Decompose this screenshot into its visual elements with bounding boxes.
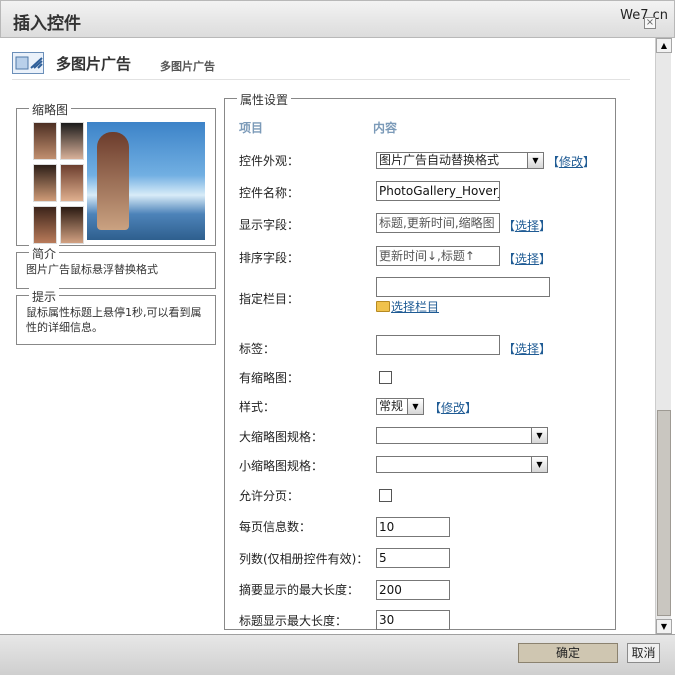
field-row-appearance: 控件外观： 图片广告自动替换格式 ▼ 【修改】 [225, 147, 617, 171]
vertical-scrollbar[interactable]: ▲ ▼ [655, 38, 672, 634]
control-header: 多图片广告 多图片广告 [12, 50, 630, 80]
allow-paging-checkbox[interactable] [379, 489, 392, 502]
field-row-has-thumbnail: 有缩略图： [225, 364, 617, 388]
field-label: 显示字段： [239, 218, 300, 232]
field-label: 排序字段： [239, 251, 300, 265]
control-icon [12, 52, 44, 74]
columns-input[interactable]: 5 [376, 548, 450, 568]
thumbnail-fieldset: 缩略图 [16, 101, 216, 246]
edit-appearance-link[interactable]: 【修改】 [547, 153, 595, 170]
field-row-per-page: 每页信息数： 10 [225, 513, 617, 537]
field-label: 列数(仅相册控件有效)： [239, 552, 369, 566]
per-page-input[interactable]: 10 [376, 517, 450, 537]
small-thumb-select[interactable]: ▼ [376, 456, 548, 473]
thumb-image [33, 206, 57, 244]
select-column-link[interactable]: 选择栏目 [391, 298, 439, 315]
field-row-style: 样式： 常规 ▼ 【修改】 [225, 393, 617, 417]
field-label: 控件名称： [239, 186, 300, 200]
chevron-down-icon: ▼ [527, 153, 543, 168]
properties-fieldset: 属性设置 项目 内容 控件外观： 图片广告自动替换格式 ▼ 【修改】 控件名称：… [224, 91, 617, 631]
column-item-header: 项目 [239, 121, 264, 135]
has-thumbnail-checkbox[interactable] [379, 371, 392, 384]
appearance-select-value: 图片广告自动替换格式 [379, 153, 500, 167]
field-label: 允许分页： [239, 489, 300, 503]
tip-fieldset: 提示 鼠标属性标题上悬停1秒,可以看到属性的详细信息。 [16, 288, 216, 345]
field-row-summary-length: 摘要显示的最大长度： 200 [225, 576, 617, 600]
appearance-select[interactable]: 图片广告自动替换格式 ▼ [376, 152, 544, 169]
large-thumb-select[interactable]: ▼ [376, 427, 548, 444]
field-label: 标签： [239, 342, 276, 356]
control-name-input[interactable]: PhotoGallery_Hover_0 [376, 181, 500, 201]
field-row-large-thumb: 大缩略图规格： ▼ [225, 423, 617, 447]
large-thumb-image [87, 122, 205, 240]
dialog-content: 多图片广告 多图片广告 缩略图 简介 图片广告鼠标悬浮替换格式 提示 鼠标属性标… [2, 38, 653, 634]
intro-text: 图片广告鼠标悬浮替换格式 [26, 263, 158, 276]
control-subtitle: 多图片广告 [160, 60, 215, 73]
person-figure [97, 132, 129, 230]
field-label: 小缩略图规格： [239, 459, 324, 473]
field-row-display-fields: 显示字段： 标题,更新时间,缩略图 【选择】 [225, 211, 617, 235]
tip-text: 鼠标属性标题上悬停1秒,可以看到属性的详细信息。 [26, 306, 202, 334]
select-tags-link[interactable]: 【选择】 [503, 340, 551, 357]
column-content-header: 内容 [373, 121, 398, 135]
select-sort-fields-link[interactable]: 【选择】 [503, 250, 551, 267]
sort-fields-input[interactable]: 更新时间↓,标题↑ [376, 246, 500, 266]
thumbnail-preview [33, 122, 205, 244]
field-row-title-length: 标题显示最大长度： 30 [225, 607, 617, 631]
field-row-name: 控件名称： PhotoGallery_Hover_0 [225, 179, 617, 203]
scroll-up-icon[interactable]: ▲ [656, 38, 672, 53]
chevron-down-icon: ▼ [407, 399, 423, 414]
style-select[interactable]: 常规 ▼ [376, 398, 424, 415]
folder-icon [376, 301, 390, 312]
field-row-column: 指定栏目： 选择栏目 [225, 277, 617, 325]
chevron-down-icon: ▼ [531, 457, 547, 472]
cancel-button[interactable]: 取消 [627, 643, 660, 663]
thumb-image [60, 206, 84, 244]
summary-length-input[interactable]: 200 [376, 580, 450, 600]
tags-input[interactable] [376, 335, 500, 355]
thumb-image [33, 164, 57, 202]
field-row-small-thumb: 小缩略图规格： ▼ [225, 452, 617, 476]
style-select-value: 常规 [379, 399, 404, 413]
scroll-thumb[interactable] [657, 410, 671, 616]
field-label: 摘要显示的最大长度： [239, 583, 360, 597]
field-label: 样式： [239, 400, 276, 414]
field-label: 控件外观： [239, 154, 300, 168]
title-length-input[interactable]: 30 [376, 610, 450, 630]
thumbnail-legend: 缩略图 [29, 101, 72, 118]
tip-legend: 提示 [29, 288, 60, 305]
edit-style-link[interactable]: 【修改】 [429, 399, 477, 416]
intro-fieldset: 简介 图片广告鼠标悬浮替换格式 [16, 245, 216, 289]
display-fields-input[interactable]: 标题,更新时间,缩略图 [376, 213, 500, 233]
title-bar: 插入控件 We7.cn × [0, 0, 675, 38]
field-row-sort-fields: 排序字段： 更新时间↓,标题↑ 【选择】 [225, 244, 617, 268]
scroll-down-icon[interactable]: ▼ [656, 619, 672, 634]
field-label: 有缩略图： [239, 371, 300, 385]
field-label: 每页信息数： [239, 520, 312, 534]
field-label: 标题显示最大长度： [239, 614, 348, 628]
control-title: 多图片广告 [56, 55, 132, 73]
field-row-paging: 允许分页： [225, 482, 617, 506]
select-display-fields-link[interactable]: 【选择】 [503, 217, 551, 234]
window-title: 插入控件 [13, 14, 81, 34]
field-label: 大缩略图规格： [239, 430, 324, 444]
field-row-tags: 标签： 【选择】 [225, 335, 617, 359]
thumb-image [33, 122, 57, 160]
close-icon[interactable]: × [644, 17, 656, 29]
intro-legend: 简介 [29, 245, 60, 262]
chevron-down-icon: ▼ [531, 428, 547, 443]
field-label: 指定栏目： [239, 292, 300, 306]
thumb-image [60, 164, 84, 202]
dialog-footer: 确定 取消 [0, 634, 675, 675]
properties-legend: 属性设置 [237, 91, 292, 108]
thumb-image [60, 122, 84, 160]
ok-button[interactable]: 确定 [518, 643, 618, 663]
field-row-columns: 列数(仅相册控件有效)： 5 [225, 545, 617, 569]
column-input[interactable] [376, 277, 550, 297]
